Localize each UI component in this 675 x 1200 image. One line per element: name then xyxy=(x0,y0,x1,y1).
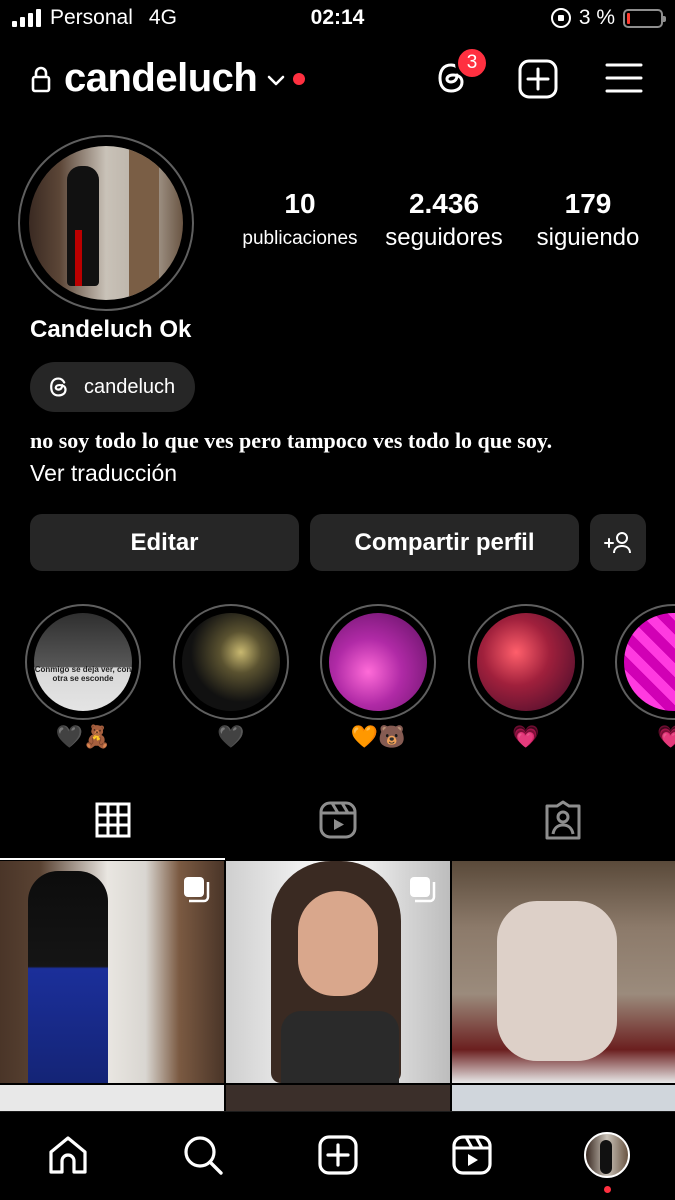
tab-tagged[interactable] xyxy=(450,780,675,860)
tab-posts[interactable] xyxy=(0,780,225,860)
chevron-down-icon xyxy=(268,75,285,85)
profile-avatar[interactable] xyxy=(18,135,194,311)
profile-avatar-small xyxy=(584,1132,630,1178)
threads-icon xyxy=(50,377,67,397)
nav-search[interactable] xyxy=(178,1130,228,1180)
highlight-caption: 💗 xyxy=(657,724,675,749)
post-thumbnail[interactable] xyxy=(226,1085,450,1111)
add-person-icon xyxy=(604,531,631,553)
tagged-icon xyxy=(545,800,580,840)
status-bar: Personal 4G 02:14 3 % xyxy=(0,0,675,38)
nav-profile[interactable] xyxy=(582,1130,632,1180)
nav-create[interactable] xyxy=(313,1130,363,1180)
highlight-cover-text: Conmigo se deja ver, con otra se esconde xyxy=(34,665,132,683)
highlight-cover xyxy=(182,613,280,711)
posts-count-label: publicaciones xyxy=(242,228,358,249)
create-button[interactable] xyxy=(517,58,559,105)
following-count[interactable]: 179 siguiendo xyxy=(526,188,650,252)
full-name: Candeluch Ok xyxy=(30,316,192,343)
share-profile-button[interactable]: Compartir perfil xyxy=(310,514,579,571)
highlight-caption: 🖤🧸 xyxy=(55,724,111,749)
highlight-cover xyxy=(624,613,675,711)
followers-count-value: 2.436 xyxy=(408,188,480,219)
battery-percent: 3 % xyxy=(578,6,615,29)
highlight-cover: Conmigo se deja ver, con otra se esconde xyxy=(34,613,132,711)
story-highlight[interactable]: 💗 xyxy=(468,604,584,750)
bottom-navigation xyxy=(0,1111,675,1200)
highlight-cover xyxy=(329,613,427,711)
create-icon xyxy=(318,1135,358,1175)
nav-home[interactable] xyxy=(43,1130,93,1180)
avatar-image xyxy=(29,146,183,300)
threads-badge: 3 xyxy=(455,46,489,80)
post-thumbnail[interactable] xyxy=(0,1085,224,1111)
account-switcher[interactable]: candeluch xyxy=(30,56,306,101)
see-translation-link[interactable]: Ver traducción xyxy=(30,460,177,487)
highlight-cover xyxy=(477,613,575,711)
carousel-icon xyxy=(184,877,210,903)
tab-reels[interactable] xyxy=(225,780,450,860)
discover-people-button[interactable] xyxy=(590,514,646,571)
post-thumbnail[interactable] xyxy=(452,1085,675,1111)
followers-count-label: seguidores xyxy=(385,224,503,251)
profile-tabs xyxy=(0,780,675,860)
lock-icon xyxy=(31,66,51,92)
threads-profile-chip[interactable]: candeluch xyxy=(30,362,196,412)
highlight-clip: 💗 xyxy=(615,604,675,764)
followers-count[interactable]: 2.436 seguidores xyxy=(378,188,510,252)
following-count-value: 179 xyxy=(564,188,612,219)
username: candeluch xyxy=(64,56,258,100)
edit-profile-button[interactable]: Editar xyxy=(30,514,299,571)
story-highlight[interactable]: 🧡🐻 xyxy=(320,604,436,750)
posts-grid xyxy=(0,861,675,1111)
post-thumbnail[interactable] xyxy=(226,861,450,1083)
post-thumbnail[interactable] xyxy=(452,861,675,1083)
threads-handle: candeluch xyxy=(84,375,176,398)
notification-dot xyxy=(293,72,306,85)
reels-icon xyxy=(319,801,356,839)
story-highlight[interactable]: 💗 xyxy=(615,604,675,750)
bio-text: no soy todo lo que ves pero tampoco ves … xyxy=(30,428,553,453)
carousel-icon xyxy=(410,877,436,903)
story-highlight[interactable]: Conmigo se deja ver, con otra se esconde… xyxy=(25,604,141,750)
reels-icon xyxy=(452,1135,492,1175)
battery-icon xyxy=(623,8,666,28)
selected-tab-indicator xyxy=(0,858,225,860)
profile-notification-dot xyxy=(604,1186,611,1193)
threads-button[interactable]: 3 xyxy=(432,46,489,103)
profile-header: candeluch 3 xyxy=(0,46,675,112)
search-icon xyxy=(184,1136,223,1175)
status-right: 3 % xyxy=(550,6,666,30)
plus-square-icon xyxy=(518,59,558,99)
posts-count[interactable]: 10 publicaciones xyxy=(230,188,370,250)
story-highlight[interactable]: 🖤 xyxy=(173,604,289,750)
highlight-caption: 💗 xyxy=(512,724,540,749)
following-count-label: siguiendo xyxy=(536,224,640,251)
menu-button[interactable] xyxy=(605,62,643,99)
rotation-lock-icon xyxy=(550,8,571,28)
highlight-caption: 🧡🐻 xyxy=(350,724,406,749)
highlight-caption: 🖤 xyxy=(217,724,245,749)
posts-count-value: 10 xyxy=(284,188,316,219)
nav-reels[interactable] xyxy=(447,1130,497,1180)
hamburger-icon xyxy=(605,63,643,93)
post-thumbnail[interactable] xyxy=(0,861,224,1083)
grid-icon xyxy=(95,802,130,838)
home-icon xyxy=(49,1136,87,1174)
